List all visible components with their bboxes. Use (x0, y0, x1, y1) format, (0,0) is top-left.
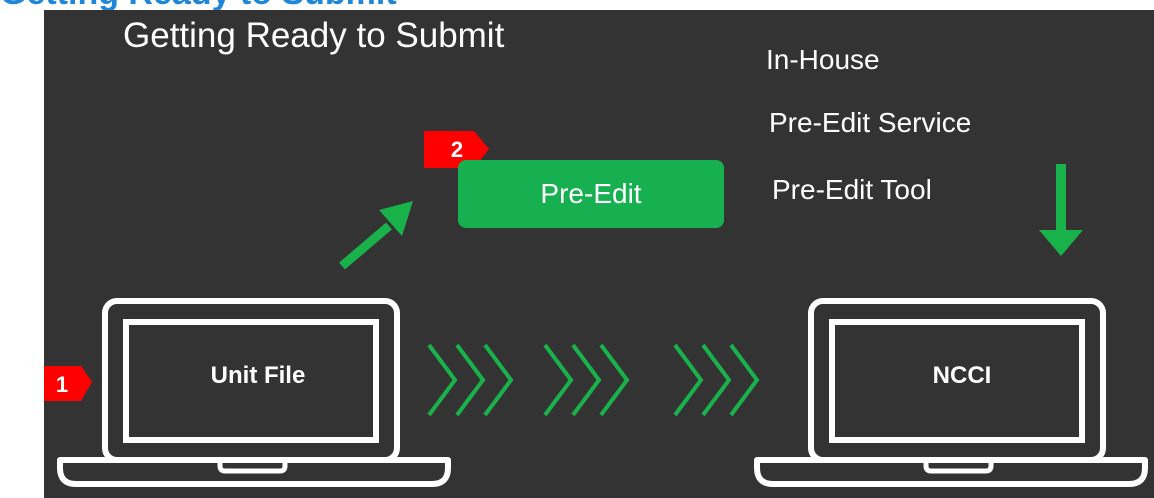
pre-edit-button[interactable]: Pre-Edit (458, 160, 724, 228)
diagram-slide: Getting Ready to Submit In-House Pre-Edi… (44, 10, 1154, 498)
step-marker-2-label: 2 (450, 137, 464, 162)
chevron-right-icon (543, 343, 630, 417)
chevron-right-icon (427, 343, 514, 417)
page-heading: Getting Ready to Submit (0, 0, 397, 10)
option-in-house: In-House (766, 44, 880, 75)
option-pre-edit-service: Pre-Edit Service (769, 107, 972, 138)
chevron-right-icon (673, 343, 760, 417)
option-pre-edit-tool: Pre-Edit Tool (772, 174, 932, 205)
diagram-graphics (44, 131, 1148, 487)
step-marker-1-label: 1 (55, 372, 69, 397)
ncci-label: NCCI (932, 362, 992, 389)
slide-title: Getting Ready to Submit (123, 16, 505, 55)
unit-file-label: Unit File (210, 362, 306, 389)
arrow-down-icon (1039, 164, 1083, 256)
arrow-up-right-icon (339, 201, 413, 270)
